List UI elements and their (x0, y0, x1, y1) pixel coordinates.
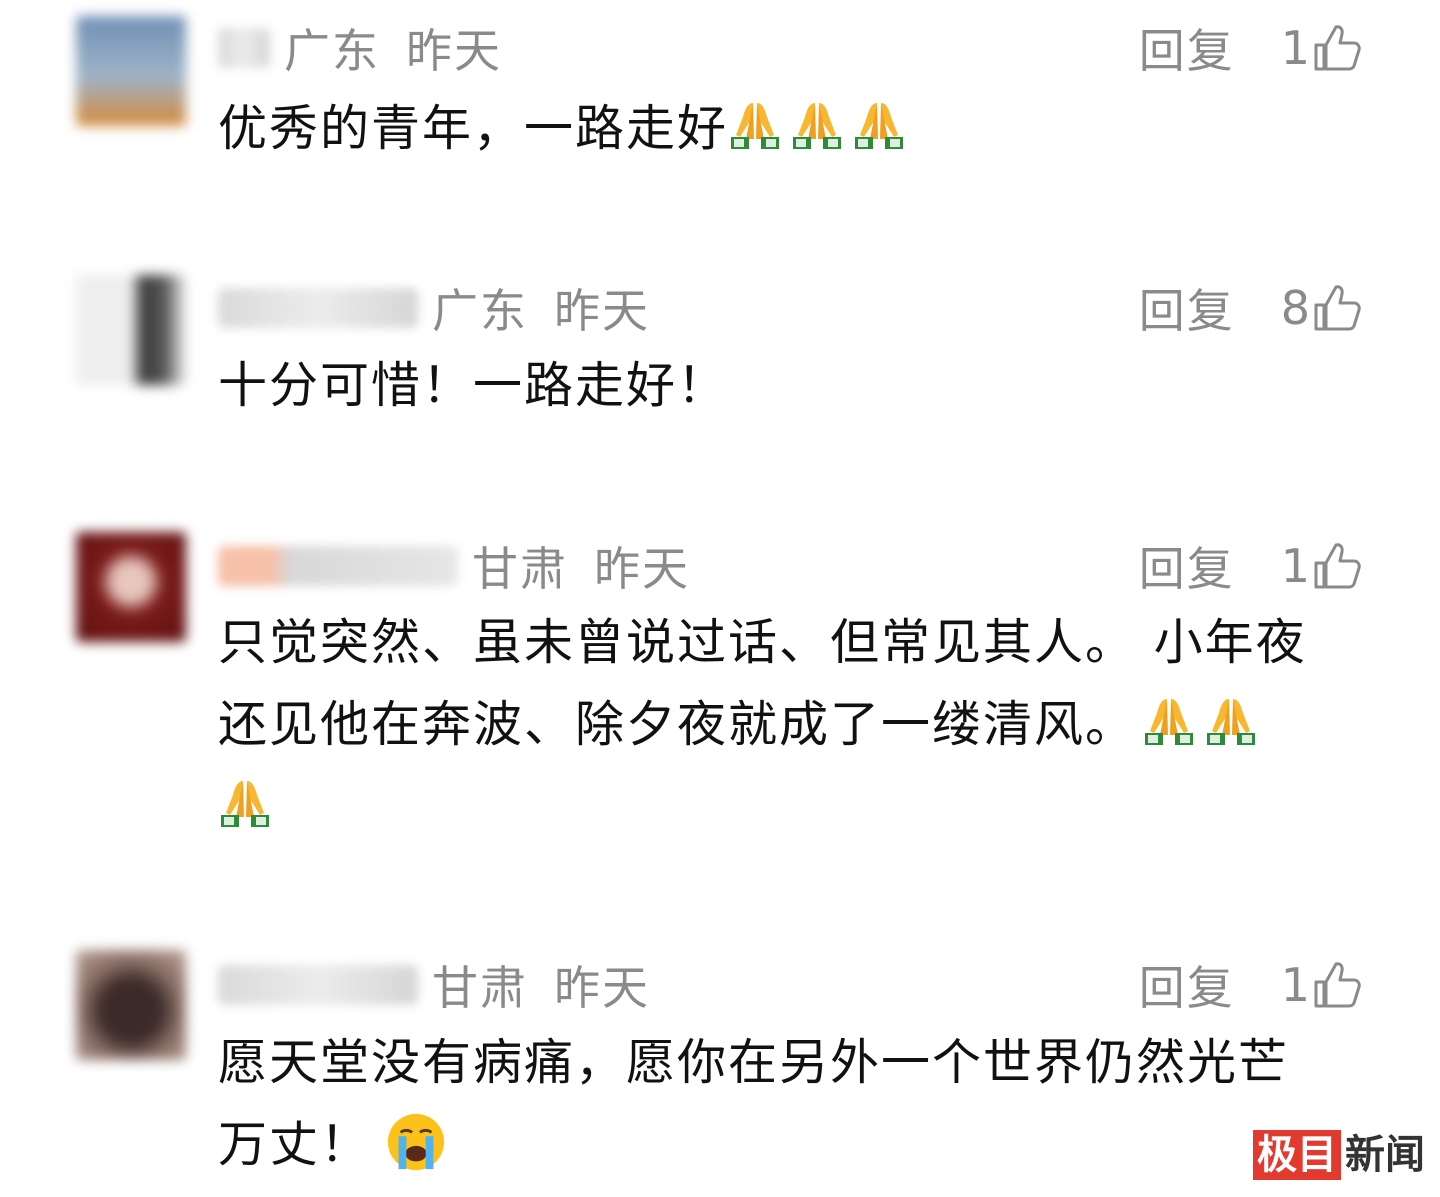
comment-actions: 回复 1 (1139, 18, 1362, 78)
comment-time: 昨天 (594, 542, 690, 596)
username-blurred[interactable] (218, 965, 418, 1005)
comment-region: 甘肃 (432, 961, 528, 1015)
username-blurred[interactable] (218, 546, 458, 586)
comment-time: 昨天 (554, 284, 650, 338)
avatar[interactable] (76, 16, 186, 126)
comment-region: 广东 (284, 24, 380, 78)
folded-hands-icon (1204, 695, 1258, 749)
comment-text: 愿天堂没有病痛，愿你在另外一个世界仍然光芒 万丈！ (218, 1022, 1368, 1186)
loudly-crying-face-icon (385, 1111, 447, 1173)
comment-region: 广东 (432, 284, 528, 338)
like-count: 1 (1280, 539, 1310, 593)
username-blurred[interactable] (218, 288, 418, 328)
avatar[interactable] (76, 950, 186, 1060)
reply-button[interactable]: 回复 (1139, 15, 1235, 81)
comment-meta: 甘肃 昨天 (218, 536, 690, 596)
folded-hands-icon (852, 99, 906, 153)
thumbs-up-icon[interactable] (1312, 283, 1362, 333)
comment-text-line (218, 766, 1368, 848)
thumbs-up-icon[interactable] (1312, 541, 1362, 591)
folded-hands-icon (1142, 695, 1196, 749)
avatar[interactable] (76, 532, 186, 642)
reply-button[interactable]: 回复 (1139, 533, 1235, 599)
watermark-box-text: 极目 (1253, 1130, 1341, 1180)
like-count: 8 (1280, 281, 1310, 335)
comment-actions: 回复 1 (1139, 536, 1362, 596)
comment-text-line: 还见他在奔波、除夕夜就成了一缕清风。 (218, 684, 1368, 766)
comment-region: 甘肃 (472, 542, 568, 596)
like-count: 1 (1280, 21, 1310, 75)
comment-actions: 回复 8 (1139, 278, 1362, 338)
username-blurred[interactable] (218, 28, 270, 68)
comment-text-content: 还见他在奔波、除夕夜就成了一缕清风。 (218, 696, 1137, 753)
watermark-text: 新闻 (1345, 1131, 1425, 1178)
comment-text-line: 只觉突然、虽未曾说过话、但常见其人。 小年夜 (218, 614, 1307, 671)
folded-hands-icon (728, 99, 782, 153)
folded-hands-icon (790, 99, 844, 153)
comment-text: 只觉突然、虽未曾说过话、但常见其人。 小年夜 还见他在奔波、除夕夜就成了一缕清风… (218, 602, 1368, 848)
comment-text: 十分可惜！一路走好！ (218, 345, 1368, 427)
watermark-logo: 极目 新闻 (1253, 1130, 1425, 1180)
thumbs-up-icon[interactable] (1312, 23, 1362, 73)
reply-button[interactable]: 回复 (1139, 275, 1235, 341)
thumbs-up-icon[interactable] (1312, 960, 1362, 1010)
comment-actions: 回复 1 (1139, 955, 1362, 1015)
comment-text: 优秀的青年，一路走好 (218, 88, 1368, 170)
folded-hands-icon (218, 777, 272, 831)
reply-button[interactable]: 回复 (1139, 952, 1235, 1018)
comment-text-line: 愿天堂没有病痛，愿你在另外一个世界仍然光芒 (218, 1034, 1290, 1091)
comment-time: 昨天 (406, 24, 502, 78)
comment-text-content: 优秀的青年，一路走好 (218, 100, 729, 157)
comment-text-line: 万丈！ (218, 1104, 1368, 1186)
comment-time: 昨天 (554, 961, 650, 1015)
comment-meta: 广东 昨天 (218, 18, 502, 78)
comment-text-content: 万丈！ (218, 1116, 372, 1173)
comment-meta: 甘肃 昨天 (218, 955, 650, 1015)
comment-text-content: 十分可惜！一路走好！ (218, 357, 729, 414)
comment-meta: 广东 昨天 (218, 278, 650, 338)
like-count: 1 (1280, 958, 1310, 1012)
avatar[interactable] (76, 275, 186, 385)
